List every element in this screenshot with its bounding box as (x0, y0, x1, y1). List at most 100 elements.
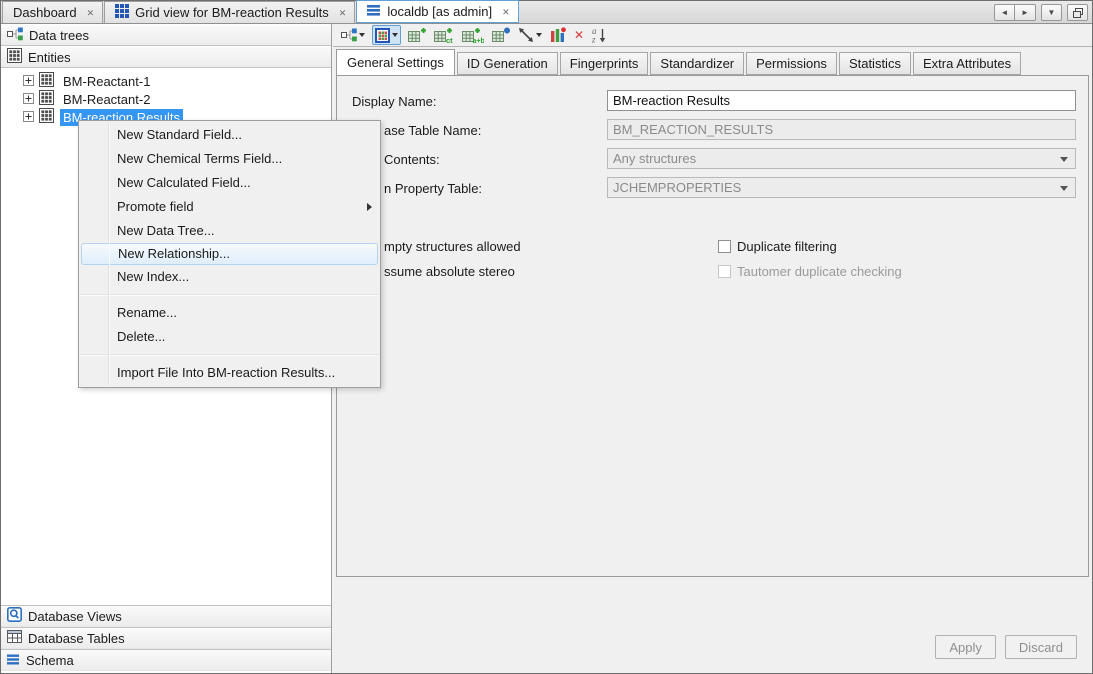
entities-tree: BM-Reactant-1 BM-Reactant-2 BM-reaction … (1, 68, 331, 126)
schema-list-icon (7, 653, 20, 668)
apply-button[interactable]: Apply (935, 635, 996, 659)
tree-item-label[interactable]: BM-Reactant-1 (60, 73, 153, 90)
expand-plus-icon[interactable] (23, 110, 34, 125)
property-table-label: n Property Table: (384, 181, 482, 197)
schema-list-icon (367, 4, 381, 19)
data-tree-selector-button[interactable] (340, 25, 366, 45)
tab-fingerprints[interactable]: Fingerprints (560, 52, 649, 75)
tree-item-bm-reactant-2[interactable]: BM-Reactant-2 (1, 90, 331, 108)
tab-grid-view[interactable]: Grid view for BM-reaction Results ✕ (104, 1, 355, 23)
new-relationship-button[interactable] (517, 25, 543, 45)
tab-list-dropdown-icon[interactable]: ▼ (1041, 4, 1062, 21)
menu-item-rename[interactable]: Rename... (79, 301, 380, 325)
database-table-name-input: BM_REACTION_RESULTS (607, 119, 1076, 140)
close-icon[interactable]: ✕ (498, 7, 510, 17)
tree-item-bm-reactant-1[interactable]: BM-Reactant-1 (1, 72, 331, 90)
menu-item-new-standard-field[interactable]: New Standard Field... (79, 123, 380, 147)
database-views-icon (7, 607, 22, 625)
section-label: Entities (28, 50, 71, 65)
editor-toolbar: ct a+b ✕ az (333, 24, 1092, 47)
section-label: Schema (26, 653, 74, 668)
grid-view-icon (115, 4, 129, 21)
sidebar-bottom-sections: Database Views Database Tables Schema (1, 605, 331, 671)
section-database-views[interactable]: Database Views (1, 605, 331, 627)
section-entities[interactable]: Entities (1, 46, 331, 68)
tab-id-generation[interactable]: ID Generation (457, 52, 558, 75)
chevron-down-icon (359, 33, 365, 37)
next-tab-icon[interactable]: ► (1015, 4, 1036, 21)
svg-text:z: z (592, 35, 596, 44)
entity-icon (39, 72, 54, 90)
menu-item-import-file[interactable]: Import File Into BM-reaction Results... (79, 361, 380, 385)
menu-item-promote-field[interactable]: Promote field (79, 195, 380, 219)
tab-dashboard[interactable]: Dashboard ✕ (2, 1, 103, 23)
menu-item-new-relationship[interactable]: New Relationship... (81, 243, 378, 265)
property-table-dropdown: JCHEMPROPERTIES (607, 177, 1076, 198)
tab-label: localdb [as admin] (387, 4, 492, 19)
section-label: Database Tables (28, 631, 125, 646)
menu-item-delete[interactable]: Delete... (79, 325, 380, 349)
entity-editor: ct a+b ✕ az General Settings ID Generati… (333, 24, 1092, 673)
menu-item-new-chemical-terms-field[interactable]: New Chemical Terms Field... (79, 147, 380, 171)
entities-grid-icon (7, 48, 22, 66)
new-standard-field-button[interactable] (407, 25, 427, 45)
application-window: Dashboard ✕ Grid view for BM-reaction Re… (0, 0, 1093, 674)
editor-actions: Apply Discard (935, 635, 1077, 659)
chevron-down-icon (392, 33, 398, 37)
tab-label: Dashboard (13, 5, 77, 20)
new-chemical-terms-field-button[interactable]: ct (433, 25, 455, 45)
editor-tab-strip: General Settings ID Generation Fingerpri… (336, 50, 1089, 75)
empty-structures-allowed-label: mpty structures allowed (384, 239, 521, 255)
document-tab-bar: Dashboard ✕ Grid view for BM-reaction Re… (1, 1, 1092, 24)
menu-item-new-calculated-field[interactable]: New Calculated Field... (79, 171, 380, 195)
tab-label: Grid view for BM-reaction Results (135, 5, 329, 20)
tab-standardizer[interactable]: Standardizer (650, 52, 744, 75)
expand-plus-icon[interactable] (23, 92, 34, 107)
window-tab-controls: ◄ ► ▼ (994, 4, 1088, 21)
entity-icon (39, 108, 54, 126)
tab-extra-attributes[interactable]: Extra Attributes (913, 52, 1021, 75)
duplicate-filtering-checkbox[interactable] (718, 240, 731, 253)
menu-item-new-data-tree[interactable]: New Data Tree... (79, 219, 380, 243)
maximize-window-icon[interactable] (1067, 4, 1088, 21)
chevron-down-icon (536, 33, 542, 37)
section-label: Data trees (29, 28, 89, 43)
submenu-arrow-icon (367, 203, 372, 211)
tab-general-settings[interactable]: General Settings (336, 49, 455, 76)
database-tables-icon (7, 630, 22, 646)
close-icon[interactable]: ✕ (335, 8, 347, 18)
section-data-trees[interactable]: Data trees (1, 24, 331, 46)
expand-plus-icon[interactable] (23, 74, 34, 89)
discard-button[interactable]: Discard (1005, 635, 1077, 659)
svg-text:ct: ct (446, 36, 453, 44)
display-name-input[interactable]: BM-reaction Results (607, 90, 1076, 111)
display-name-label: Display Name: (352, 94, 437, 110)
menu-separator (80, 294, 379, 296)
section-schema[interactable]: Schema (1, 649, 331, 671)
tab-permissions[interactable]: Permissions (746, 52, 837, 75)
new-data-tree-button[interactable] (491, 25, 511, 45)
close-icon[interactable]: ✕ (83, 8, 95, 18)
tautomer-duplicate-checking-label: Tautomer duplicate checking (737, 264, 902, 280)
tab-localdb[interactable]: localdb [as admin] ✕ (356, 0, 518, 23)
section-label: Database Views (28, 609, 122, 624)
new-index-button[interactable] (549, 25, 567, 45)
tree-item-label[interactable]: BM-Reactant-2 (60, 91, 153, 108)
svg-text:a+b: a+b (473, 38, 485, 44)
delete-item-button[interactable]: ✕ (573, 25, 585, 45)
menu-separator (80, 354, 379, 356)
new-calculated-field-button[interactable]: a+b (461, 25, 485, 45)
tab-statistics[interactable]: Statistics (839, 52, 911, 75)
grid-view-toggle-button[interactable] (372, 25, 401, 45)
general-settings-panel: Display Name: BM-reaction Results ase Ta… (336, 75, 1089, 577)
table-contents-label: Contents: (384, 152, 440, 168)
duplicate-filtering-label: Duplicate filtering (737, 239, 837, 255)
assume-absolute-stereo-label: ssume absolute stereo (384, 264, 515, 280)
menu-item-new-index[interactable]: New Index... (79, 265, 380, 289)
previous-tab-icon[interactable]: ◄ (994, 4, 1015, 21)
database-table-name-label: ase Table Name: (384, 123, 481, 139)
sort-az-button[interactable]: az (591, 25, 607, 45)
entity-icon (39, 90, 54, 108)
section-database-tables[interactable]: Database Tables (1, 627, 331, 649)
entity-context-menu: New Standard Field... New Chemical Terms… (78, 120, 381, 388)
